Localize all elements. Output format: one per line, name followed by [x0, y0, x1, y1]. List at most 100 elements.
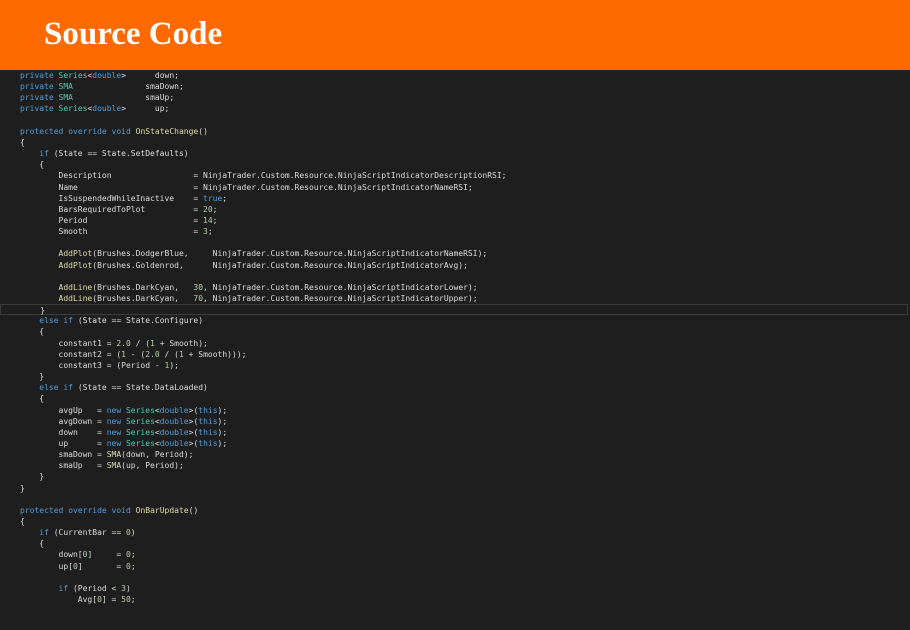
code-token: private	[20, 71, 54, 80]
code-token: ;	[212, 215, 218, 225]
code-token: Description = NinjaTrader.Custom.Resourc…	[20, 171, 507, 181]
code-token: >(	[188, 438, 199, 448]
code-line: Period = 14;	[20, 215, 218, 226]
code-line: constant3 = (Period - 1);	[20, 360, 179, 371]
code-token: else	[39, 383, 59, 393]
code-token: / (	[159, 349, 179, 359]
code-token: ;	[212, 204, 218, 214]
code-line: }	[20, 483, 25, 494]
code-token: BarsRequiredToPlot =	[20, 204, 204, 214]
code-token: Name = NinjaTrader.Custom.Resource.Ninja…	[20, 182, 473, 192]
code-line: {	[20, 326, 44, 337]
code-token: ;	[130, 561, 136, 571]
code-token: avgUp =	[20, 405, 107, 415]
code-token: , NinjaTrader.Custom.Resource.NinjaScrip…	[203, 294, 478, 303]
code-token: {	[20, 539, 45, 549]
code-token: AddPlot	[58, 249, 93, 259]
code-line: {	[20, 159, 44, 170]
code-token: double	[92, 71, 122, 80]
code-token: new	[106, 438, 122, 448]
code-token: this	[198, 416, 218, 426]
code-token: (Brushes.Goldenrod, NinjaTrader.Custom.R…	[92, 260, 468, 270]
code-token: );	[217, 405, 228, 415]
code-token: if	[39, 528, 49, 538]
code-line: constant2 = (1 - (2.0 / (1 + Smooth)));	[20, 349, 247, 360]
code-token: }	[20, 483, 25, 493]
code-token: private	[20, 82, 54, 92]
code-token: double	[159, 405, 189, 415]
code-token: {	[20, 137, 25, 147]
code-token: );	[217, 427, 228, 437]
code-token: );	[217, 438, 228, 448]
code-token: constant1 =	[20, 338, 117, 348]
code-token: void	[111, 126, 131, 136]
code-token: >(	[188, 416, 199, 426]
code-token: smaUp;	[73, 93, 175, 103]
code-token: Series	[58, 71, 88, 80]
code-token: double	[159, 416, 189, 426]
code-token: this	[198, 427, 218, 437]
code-token: Series	[58, 104, 88, 114]
code-token: + Smooth)));	[183, 349, 247, 359]
code-token: , NinjaTrader.Custom.Resource.NinjaScrip…	[203, 282, 478, 292]
code-token: protected	[20, 126, 64, 136]
code-token: {	[20, 394, 45, 404]
code-token: OnStateChange	[135, 126, 199, 136]
code-line: Smooth = 3;	[20, 226, 213, 237]
code-token: constant2 = (	[20, 349, 122, 359]
code-token: double	[92, 104, 122, 114]
code-editor[interactable]: private Series<double> down; private SMA …	[0, 70, 910, 630]
code-line: BarsRequiredToPlot = 20;	[20, 204, 218, 215]
code-token: true	[203, 193, 223, 203]
code-token: constant3 = (Period -	[20, 360, 165, 370]
code-line: else if (State == State.Configure)	[20, 315, 203, 326]
code-line: down = new Series<double>(this);	[20, 427, 228, 438]
code-line: AddPlot(Brushes.Goldenrod, NinjaTrader.C…	[20, 260, 468, 271]
code-token: }	[20, 372, 45, 382]
code-token: 20	[203, 204, 213, 214]
code-line: up = new Series<double>(this);	[20, 438, 228, 449]
code-token: }	[20, 472, 45, 482]
code-token: 50	[121, 595, 131, 605]
code-token: >(	[188, 427, 199, 437]
code-token: ] =	[77, 561, 126, 571]
page-title: Source Code	[44, 16, 223, 52]
code-token: new	[106, 416, 122, 426]
code-line: down[0] = 0;	[20, 549, 136, 560]
code-token: smaDown =	[20, 450, 107, 460]
code-line: {	[20, 516, 25, 527]
code-line: smaUp = SMA(up, Period);	[20, 460, 184, 471]
code-token: > down;	[121, 71, 179, 80]
code-line: AddPlot(Brushes.DodgerBlue, NinjaTrader.…	[20, 248, 488, 259]
code-token: (State == State.SetDefaults)	[48, 149, 189, 159]
code-line: protected override void OnBarUpdate()	[20, 505, 198, 516]
code-line: {	[20, 393, 44, 404]
code-line: private SMA smaDown;	[20, 81, 184, 92]
code-token: )	[125, 583, 131, 593]
code-line: AddLine(Brushes.DarkCyan, 30, NinjaTrade…	[20, 282, 478, 293]
code-token: double	[159, 438, 189, 448]
code-line: private Series<double> down;	[20, 70, 179, 81]
code-line: protected override void OnStateChange()	[20, 126, 208, 137]
code-token: AddLine	[58, 294, 93, 303]
code-token: {	[20, 517, 25, 526]
code-token: avgDown =	[20, 416, 107, 426]
code-token: override	[68, 505, 107, 515]
code-token: 2.0	[145, 349, 160, 359]
code-line: {	[20, 137, 25, 148]
code-token: Smooth =	[20, 227, 204, 237]
code-token: ] =	[101, 595, 122, 605]
code-token: )	[130, 528, 136, 538]
code-token: SMA	[58, 82, 73, 92]
code-token: (Brushes.DarkCyan,	[92, 294, 194, 303]
code-token: > up;	[121, 104, 170, 114]
code-token: private	[20, 104, 54, 114]
code-token: Series	[125, 416, 155, 426]
code-line: IsSuspendedWhileInactive = true;	[20, 193, 228, 204]
